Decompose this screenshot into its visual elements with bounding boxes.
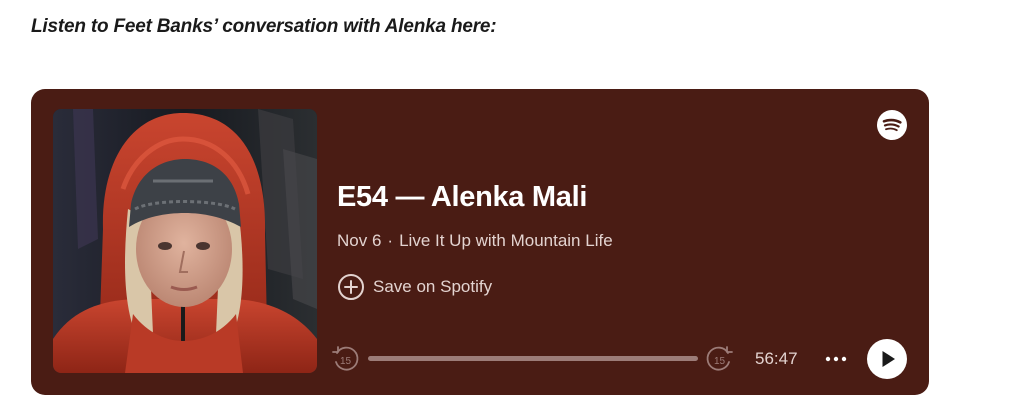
svg-text:15: 15 [340, 356, 352, 367]
intro-text: Listen to Feet Banks’ conversation with … [31, 16, 497, 37]
spotify-embed-player: E54 — Alenka Mali Nov 6 · Live It Up with … [31, 89, 929, 395]
show-name[interactable]: Live It Up with Mountain Life [399, 231, 613, 250]
progress-bar[interactable] [368, 356, 698, 361]
episode-date: Nov 6 [337, 231, 382, 250]
meta-separator: · [387, 231, 394, 250]
episode-cover-image [53, 109, 317, 373]
duration-time: 56:47 [755, 349, 798, 368]
episode-meta: Nov 6 · Live It Up with Mountain Life [337, 231, 613, 251]
spotify-icon[interactable] [877, 110, 907, 140]
plus-circle-icon [338, 274, 364, 300]
save-label: Save on Spotify [373, 277, 493, 296]
save-on-spotify-button[interactable]: Save on Spotify [337, 273, 492, 301]
svg-text:15: 15 [714, 356, 726, 367]
episode-title[interactable]: E54 — Alenka Mali [337, 181, 587, 214]
play-icon[interactable] [867, 339, 907, 379]
playback-controls: 15 15 56:47 [331, 339, 907, 379]
skip-back-15-icon[interactable]: 15 [331, 345, 359, 373]
more-options-icon[interactable] [823, 351, 849, 367]
skip-forward-15-icon[interactable]: 15 [706, 345, 734, 373]
